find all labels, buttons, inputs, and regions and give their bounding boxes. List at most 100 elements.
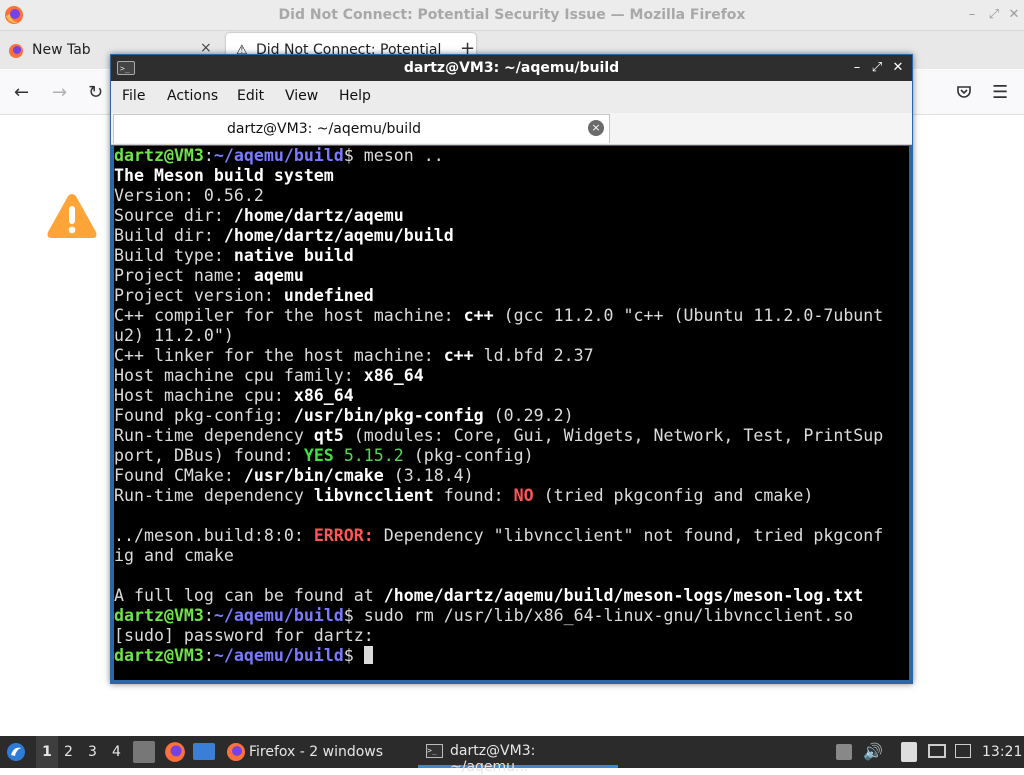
workspace-2[interactable]: 2: [64, 744, 73, 760]
minimize-icon[interactable]: –: [962, 5, 982, 25]
terminal-line: Found CMake: /usr/bin/cmake (3.18.4): [114, 466, 883, 486]
terminal-line: dartz@VM3:~/aqemu/build$: [114, 646, 883, 666]
terminal-line: Project name: aqemu: [114, 266, 883, 286]
terminal-text: x86_64: [293, 386, 354, 405]
terminal-text: aqemu: [253, 266, 304, 285]
terminal-text: (modules: Core, Gui, Widgets, Network, T…: [343, 426, 884, 445]
tab-close-icon[interactable]: ×: [588, 120, 604, 136]
terminal-text: dartz@VM3: [114, 646, 204, 665]
terminal-text: C++ linker for the host machine:: [114, 346, 444, 365]
terminal-icon: >_: [426, 744, 443, 758]
workspace-1[interactable]: 1: [36, 736, 58, 768]
terminal-line: Run-time dependency libvncclient found: …: [114, 486, 883, 506]
firefox-launcher-icon[interactable]: [164, 741, 186, 763]
pocket-icon[interactable]: [956, 84, 972, 100]
reload-button[interactable]: ↻: [88, 82, 103, 103]
display-icon[interactable]: [928, 744, 946, 758]
terminal-text: (tried pkgconfig and cmake): [533, 486, 814, 505]
terminal-text: ~/aqemu/build: [213, 146, 344, 165]
clipboard-icon[interactable]: [836, 744, 852, 760]
firefox-titlebar: Did Not Connect: Potential Security Issu…: [0, 0, 1024, 31]
terminal-line: ig and cmake: [114, 546, 883, 566]
terminal-text: Host machine cpu family:: [114, 366, 364, 385]
terminal-line: Host machine cpu: x86_64: [114, 386, 883, 406]
terminal-text: (0.29.2): [483, 406, 574, 425]
terminal-tab-label: dartz@VM3: ~/aqemu/build: [227, 121, 421, 137]
notes-icon[interactable]: [901, 742, 917, 762]
close-icon[interactable]: ✕: [1004, 5, 1024, 25]
tab-label: New Tab: [32, 42, 91, 58]
terminal-text: Build dir:: [114, 226, 224, 245]
terminal-output[interactable]: dartz@VM3:~/aqemu/build$ meson .. The Mes…: [114, 146, 909, 680]
network-icon[interactable]: [955, 744, 971, 758]
workspace-3[interactable]: 3: [88, 744, 97, 760]
menu-button[interactable]: ☰: [992, 82, 1008, 103]
terminal-text: qt5: [313, 426, 344, 445]
terminal-line: dartz@VM3:~/aqemu/build$ meson ..: [114, 146, 883, 166]
firefox-window-title: Did Not Connect: Potential Security Issu…: [278, 7, 746, 23]
clock[interactable]: 13:21: [982, 744, 1022, 760]
minimize-icon[interactable]: –: [848, 58, 866, 78]
menu-file[interactable]: File: [122, 88, 145, 104]
menu-help[interactable]: Help: [339, 88, 371, 104]
terminal-window: >_ dartz@VM3: ~/aqemu/build – ⤢ ✕ File A…: [110, 54, 913, 684]
terminal-text: YES: [303, 446, 334, 465]
terminal-tabbar: dartz@VM3: ~/aqemu/build ×: [111, 113, 912, 145]
terminal-text: Host machine cpu:: [114, 386, 294, 405]
terminal-text: /usr/bin/pkg-config: [293, 406, 484, 425]
terminal-text: x86_64: [363, 366, 424, 385]
terminal-text: [sudo] password for dartz:: [114, 626, 374, 645]
terminal-text: ig and cmake: [114, 546, 234, 565]
terminal-line: Project version: undefined: [114, 286, 883, 306]
terminal-text: c++: [443, 346, 474, 365]
workspace-4[interactable]: 4: [112, 744, 121, 760]
task-label: dartz@VM3: ~/aqemu...: [450, 743, 536, 775]
show-desktop-icon[interactable]: [193, 743, 215, 760]
file-manager-icon[interactable]: [133, 741, 155, 763]
maximize-icon[interactable]: ⤢: [984, 5, 1004, 25]
terminal-text: ld.bfd 2.37: [473, 346, 594, 365]
terminal-line: Run-time dependency qt5 (modules: Core, …: [114, 426, 883, 446]
warning-icon: [47, 194, 97, 238]
terminal-line: Version: 0.56.2: [114, 186, 883, 206]
close-icon[interactable]: ✕: [889, 58, 907, 78]
menu-actions[interactable]: Actions: [167, 88, 218, 104]
terminal-text: /home/dartz/aqemu: [233, 206, 404, 225]
menu-view[interactable]: View: [285, 88, 318, 104]
terminal-text: ~/aqemu/build: [213, 646, 344, 665]
terminal-text: /usr/bin/cmake: [243, 466, 384, 485]
terminal-line: port, DBus) found: YES 5.15.2 (pkg-confi…: [114, 446, 883, 466]
terminal-line: Host machine cpu family: x86_64: [114, 366, 883, 386]
terminal-text: undefined: [283, 286, 374, 305]
terminal-line: [sudo] password for dartz:: [114, 626, 883, 646]
task-terminal[interactable]: >_ dartz@VM3: ~/aqemu...: [418, 736, 618, 775]
back-button[interactable]: ←: [14, 82, 29, 103]
terminal-text: Found CMake:: [114, 466, 244, 485]
volume-icon[interactable]: 🔊: [863, 742, 883, 761]
terminal-text: C++ compiler for the host machine:: [114, 306, 464, 325]
terminal-text: :: [203, 146, 214, 165]
terminal-text: dartz@VM3: [114, 606, 204, 625]
maximize-icon[interactable]: ⤢: [868, 58, 886, 78]
terminal-text: ~/aqemu/build: [213, 606, 344, 625]
terminal-text: Dependency "libvncclient" not found, tri…: [373, 526, 884, 545]
task-firefox[interactable]: Firefox - 2 windows: [222, 736, 412, 768]
terminal-titlebar: >_ dartz@VM3: ~/aqemu/build – ⤢ ✕: [111, 55, 912, 81]
menu-edit[interactable]: Edit: [237, 88, 264, 104]
terminal-line: u2) 11.2.0"): [114, 326, 883, 346]
terminal-line: C++ compiler for the host machine: c++ (…: [114, 306, 883, 326]
app-menu-icon[interactable]: [6, 742, 26, 762]
firefox-favicon-icon: [9, 44, 23, 58]
terminal-line: The Meson build system: [114, 166, 883, 186]
terminal-tab[interactable]: dartz@VM3: ~/aqemu/build ×: [113, 114, 610, 143]
terminal-text: :: [203, 646, 214, 665]
terminal-text: NO: [513, 486, 534, 505]
terminal-line: Build dir: /home/dartz/aqemu/build: [114, 226, 883, 246]
forward-button[interactable]: →: [52, 82, 67, 103]
terminal-text: u2) 11.2.0"): [114, 326, 234, 345]
terminal-text: found:: [433, 486, 514, 505]
terminal-text: Build type:: [114, 246, 234, 265]
